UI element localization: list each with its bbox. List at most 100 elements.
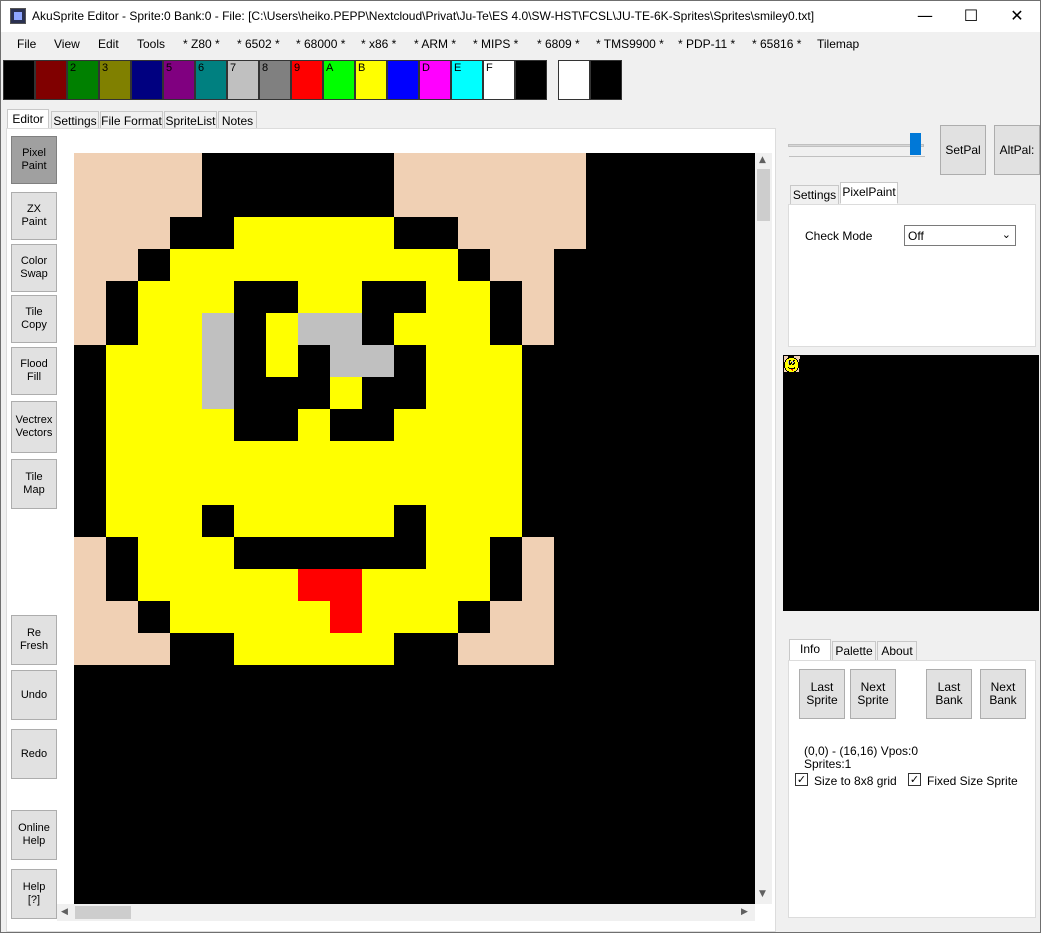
sprite-pixel[interactable] [554, 473, 586, 505]
sprite-pixel[interactable] [170, 473, 202, 505]
sprite-pixel[interactable] [490, 569, 522, 601]
help-button[interactable]: Help [?] [11, 869, 57, 919]
sprite-pixel[interactable] [522, 153, 554, 185]
sprite-pixel[interactable] [458, 313, 490, 345]
sprite-pixel[interactable] [522, 537, 554, 569]
sprite-pixel[interactable] [170, 409, 202, 441]
sprite-pixel[interactable] [202, 217, 234, 249]
palette-swatch[interactable] [515, 60, 547, 100]
sprite-pixel[interactable] [426, 505, 458, 537]
sprite-pixel[interactable] [554, 601, 586, 633]
sprite-pixel[interactable] [458, 281, 490, 313]
sprite-pixel[interactable] [266, 537, 298, 569]
sprite-pixel[interactable] [330, 569, 362, 601]
sprite-pixel[interactable] [138, 377, 170, 409]
tool-color-swap[interactable]: Color Swap [11, 244, 57, 292]
fixed-size-checkbox[interactable]: ✓ [908, 773, 921, 786]
sprite-pixel[interactable] [426, 409, 458, 441]
sprite-pixel[interactable] [426, 473, 458, 505]
sprite-pixel[interactable] [458, 601, 490, 633]
sprite-pixel[interactable] [458, 409, 490, 441]
sprite-pixel[interactable] [106, 409, 138, 441]
sprite-pixel[interactable] [106, 441, 138, 473]
sprite-pixel[interactable] [106, 377, 138, 409]
sprite-pixel[interactable] [394, 473, 426, 505]
scroll-thumb-horizontal[interactable] [75, 906, 131, 919]
palette-swatch[interactable]: 3 [99, 60, 131, 100]
palette-swatch[interactable] [35, 60, 67, 100]
sprite-pixel[interactable] [106, 569, 138, 601]
menu-tilemap[interactable]: Tilemap [817, 37, 859, 51]
sprite-pixel[interactable] [74, 345, 106, 377]
menu-pdp11[interactable]: * PDP-11 * [678, 37, 735, 51]
sprite-pixel[interactable] [330, 345, 362, 377]
sprite-pixel[interactable] [234, 185, 266, 217]
sprite-pixel[interactable] [170, 281, 202, 313]
sprite-pixel[interactable] [234, 473, 266, 505]
sprite-pixel[interactable] [74, 569, 106, 601]
scroll-right-icon[interactable]: ▶ [741, 907, 748, 917]
sprite-pixel[interactable] [74, 633, 106, 665]
sprite-pixel[interactable] [266, 441, 298, 473]
sprite-pixel[interactable] [234, 505, 266, 537]
sprite-pixel[interactable] [266, 473, 298, 505]
sprite-pixel[interactable] [234, 249, 266, 281]
sprite-pixel[interactable] [554, 377, 586, 409]
sprite-pixel[interactable] [362, 313, 394, 345]
tool-tile-map[interactable]: Tile Map [11, 459, 57, 509]
menu-view[interactable]: View [54, 37, 80, 51]
tool-zx-paint[interactable]: ZX Paint [11, 192, 57, 240]
sprite-pixel[interactable] [298, 601, 330, 633]
sprite-pixel[interactable] [554, 281, 586, 313]
sprite-pixel[interactable] [266, 249, 298, 281]
sprite-pixel[interactable] [106, 249, 138, 281]
tool-flood-fill[interactable]: Flood Fill [11, 347, 57, 395]
sprite-pixel[interactable] [394, 217, 426, 249]
sprite-pixel[interactable] [202, 505, 234, 537]
sprite-pixel[interactable] [362, 441, 394, 473]
sprite-pixel[interactable] [426, 537, 458, 569]
sprite-pixel[interactable] [298, 409, 330, 441]
sprite-pixel[interactable] [138, 473, 170, 505]
sprite-pixel[interactable] [170, 569, 202, 601]
sprite-pixel[interactable] [490, 313, 522, 345]
sprite-pixel[interactable] [202, 281, 234, 313]
sprite-pixel[interactable] [234, 377, 266, 409]
sprite-pixel[interactable] [458, 153, 490, 185]
menu-edit[interactable]: Edit [98, 37, 119, 51]
sprite-pixel[interactable] [362, 377, 394, 409]
sprite-pixel[interactable] [362, 409, 394, 441]
menu-tms9900[interactable]: * TMS9900 * [596, 37, 664, 51]
scroll-up-icon[interactable]: ▲ [759, 155, 766, 165]
palette-swatch[interactable]: 8 [259, 60, 291, 100]
refresh-button[interactable]: Re Fresh [11, 615, 57, 665]
sprite-pixel[interactable] [298, 345, 330, 377]
sprite-pixel[interactable] [490, 217, 522, 249]
check-mode-select[interactable]: Off ⌄ [904, 225, 1016, 246]
sprite-pixel[interactable] [394, 409, 426, 441]
sprite-pixel[interactable] [362, 185, 394, 217]
sprite-pixel[interactable] [74, 249, 106, 281]
sprite-pixel[interactable] [202, 185, 234, 217]
menu-68000[interactable]: * 68000 * [296, 37, 345, 51]
sprite-pixel[interactable] [490, 473, 522, 505]
sprite-grid[interactable] [74, 153, 586, 665]
sprite-pixel[interactable] [330, 249, 362, 281]
sprite-pixel[interactable] [554, 217, 586, 249]
sprite-pixel[interactable] [522, 345, 554, 377]
sprite-pixel[interactable] [106, 601, 138, 633]
menu-mips[interactable]: * MIPS * [473, 37, 518, 51]
sprite-pixel[interactable] [330, 313, 362, 345]
sprite-pixel[interactable] [138, 217, 170, 249]
menu-6809[interactable]: * 6809 * [537, 37, 580, 51]
sprite-pixel[interactable] [202, 313, 234, 345]
sprite-pixel[interactable] [74, 313, 106, 345]
sprite-pixel[interactable] [298, 505, 330, 537]
sprite-pixel[interactable] [362, 217, 394, 249]
sprite-pixel[interactable] [522, 441, 554, 473]
sprite-pixel[interactable] [330, 505, 362, 537]
sprite-pixel[interactable] [298, 377, 330, 409]
sprite-pixel[interactable] [458, 633, 490, 665]
sprite-pixel[interactable] [490, 249, 522, 281]
sprite-pixel[interactable] [522, 281, 554, 313]
